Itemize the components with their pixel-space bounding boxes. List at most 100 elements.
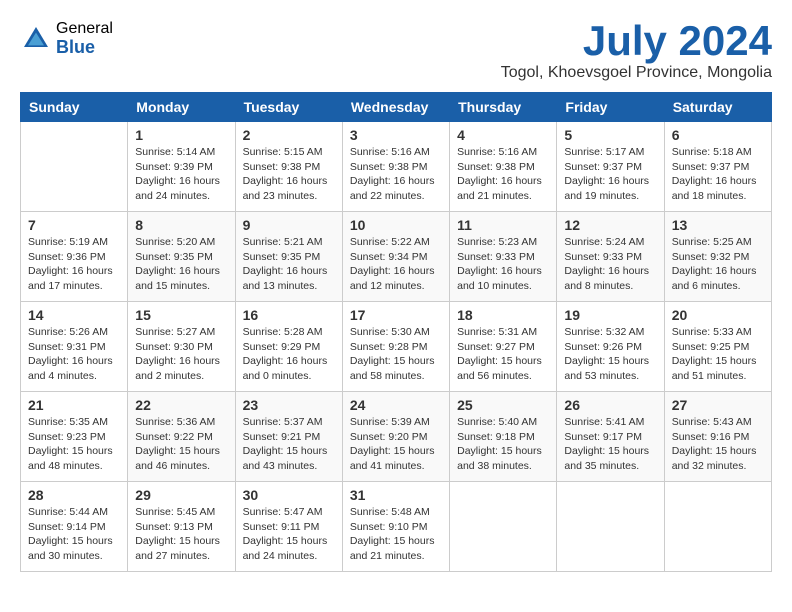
day-number: 2 [243, 127, 335, 143]
day-number: 27 [672, 397, 764, 413]
calendar-cell: 18 Sunrise: 5:31 AM Sunset: 9:27 PM Dayli… [450, 302, 557, 392]
calendar-cell: 7 Sunrise: 5:19 AM Sunset: 9:36 PM Daylig… [21, 212, 128, 302]
calendar-cell [450, 482, 557, 572]
calendar-week-row: 21 Sunrise: 5:35 AM Sunset: 9:23 PM Dayli… [21, 392, 772, 482]
cell-content: Sunrise: 5:31 AM Sunset: 9:27 PM Dayligh… [457, 325, 549, 384]
day-number: 11 [457, 217, 549, 233]
day-number: 24 [350, 397, 442, 413]
calendar-week-row: 14 Sunrise: 5:26 AM Sunset: 9:31 PM Dayli… [21, 302, 772, 392]
cell-content: Sunrise: 5:16 AM Sunset: 9:38 PM Dayligh… [457, 145, 549, 204]
logo-text: General Blue [56, 20, 113, 57]
calendar-cell: 10Sunrise: 5:22 AM Sunset: 9:34 PM Dayli… [342, 212, 449, 302]
header-monday: Monday [128, 93, 235, 122]
cell-content: Sunrise: 5:20 AM Sunset: 9:35 PM Dayligh… [135, 235, 227, 294]
calendar-cell: 1 Sunrise: 5:14 AM Sunset: 9:39 PM Daylig… [128, 122, 235, 212]
calendar-cell: 9 Sunrise: 5:21 AM Sunset: 9:35 PM Daylig… [235, 212, 342, 302]
calendar-cell [21, 122, 128, 212]
cell-content: Sunrise: 5:39 AM Sunset: 9:20 PM Dayligh… [350, 415, 442, 474]
cell-content: Sunrise: 5:14 AM Sunset: 9:39 PM Dayligh… [135, 145, 227, 204]
day-number: 5 [564, 127, 656, 143]
day-number: 26 [564, 397, 656, 413]
calendar-week-row: 28 Sunrise: 5:44 AM Sunset: 9:14 PM Dayli… [21, 482, 772, 572]
cell-content: Sunrise: 5:37 AM Sunset: 9:21 PM Dayligh… [243, 415, 335, 474]
calendar-cell: 11 Sunrise: 5:23 AM Sunset: 9:33 PM Dayli… [450, 212, 557, 302]
day-number: 28 [28, 487, 120, 503]
cell-content: Sunrise: 5:36 AM Sunset: 9:22 PM Dayligh… [135, 415, 227, 474]
day-number: 16 [243, 307, 335, 323]
calendar-cell: 5 Sunrise: 5:17 AM Sunset: 9:37 PM Daylig… [557, 122, 664, 212]
calendar-cell: 27 Sunrise: 5:43 AM Sunset: 9:16 PM Dayli… [664, 392, 771, 482]
day-number: 1 [135, 127, 227, 143]
cell-content: Sunrise: 5:35 AM Sunset: 9:23 PM Dayligh… [28, 415, 120, 474]
cell-content: Sunrise: 5:44 AM Sunset: 9:14 PM Dayligh… [28, 505, 120, 564]
day-number: 30 [243, 487, 335, 503]
calendar-cell: 21 Sunrise: 5:35 AM Sunset: 9:23 PM Dayli… [21, 392, 128, 482]
header-thursday: Thursday [450, 93, 557, 122]
cell-content: Sunrise: 5:15 AM Sunset: 9:38 PM Dayligh… [243, 145, 335, 204]
cell-content: Sunrise: 5:23 AM Sunset: 9:33 PM Dayligh… [457, 235, 549, 294]
cell-content: Sunrise: 5:19 AM Sunset: 9:36 PM Dayligh… [28, 235, 120, 294]
header-sunday: Sunday [21, 93, 128, 122]
day-number: 9 [243, 217, 335, 233]
calendar-table: SundayMondayTuesdayWednesdayThursdayFrid… [20, 92, 772, 572]
calendar-cell: 22 Sunrise: 5:36 AM Sunset: 9:22 PM Dayli… [128, 392, 235, 482]
day-number: 17 [350, 307, 442, 323]
logo-blue: Blue [56, 38, 113, 58]
cell-content: Sunrise: 5:43 AM Sunset: 9:16 PM Dayligh… [672, 415, 764, 474]
calendar-cell: 24 Sunrise: 5:39 AM Sunset: 9:20 PM Dayli… [342, 392, 449, 482]
cell-content: Sunrise: 5:33 AM Sunset: 9:25 PM Dayligh… [672, 325, 764, 384]
calendar-cell: 31 Sunrise: 5:48 AM Sunset: 9:10 PM Dayli… [342, 482, 449, 572]
calendar-cell: 20 Sunrise: 5:33 AM Sunset: 9:25 PM Dayli… [664, 302, 771, 392]
calendar-cell: 2 Sunrise: 5:15 AM Sunset: 9:38 PM Daylig… [235, 122, 342, 212]
cell-content: Sunrise: 5:45 AM Sunset: 9:13 PM Dayligh… [135, 505, 227, 564]
day-number: 18 [457, 307, 549, 323]
calendar-cell: 19Sunrise: 5:32 AM Sunset: 9:26 PM Dayli… [557, 302, 664, 392]
header-wednesday: Wednesday [342, 93, 449, 122]
calendar-cell: 26 Sunrise: 5:41 AM Sunset: 9:17 PM Dayli… [557, 392, 664, 482]
calendar-cell: 16 Sunrise: 5:28 AM Sunset: 9:29 PM Dayli… [235, 302, 342, 392]
calendar-cell: 29 Sunrise: 5:45 AM Sunset: 9:13 PM Dayli… [128, 482, 235, 572]
day-number: 3 [350, 127, 442, 143]
calendar-cell: 14 Sunrise: 5:26 AM Sunset: 9:31 PM Dayli… [21, 302, 128, 392]
cell-content: Sunrise: 5:48 AM Sunset: 9:10 PM Dayligh… [350, 505, 442, 564]
month-title: July 2024 [501, 20, 772, 62]
calendar-cell: 23 Sunrise: 5:37 AM Sunset: 9:21 PM Dayli… [235, 392, 342, 482]
day-number: 10 [350, 217, 442, 233]
calendar-header-row: SundayMondayTuesdayWednesdayThursdayFrid… [21, 93, 772, 122]
cell-content: Sunrise: 5:21 AM Sunset: 9:35 PM Dayligh… [243, 235, 335, 294]
day-number: 4 [457, 127, 549, 143]
header-tuesday: Tuesday [235, 93, 342, 122]
cell-content: Sunrise: 5:41 AM Sunset: 9:17 PM Dayligh… [564, 415, 656, 474]
calendar-cell: 30Sunrise: 5:47 AM Sunset: 9:11 PM Dayli… [235, 482, 342, 572]
day-number: 31 [350, 487, 442, 503]
day-number: 19 [564, 307, 656, 323]
cell-content: Sunrise: 5:25 AM Sunset: 9:32 PM Dayligh… [672, 235, 764, 294]
day-number: 21 [28, 397, 120, 413]
calendar-week-row: 7 Sunrise: 5:19 AM Sunset: 9:36 PM Daylig… [21, 212, 772, 302]
calendar-cell: 3 Sunrise: 5:16 AM Sunset: 9:38 PM Daylig… [342, 122, 449, 212]
calendar-cell: 4 Sunrise: 5:16 AM Sunset: 9:38 PM Daylig… [450, 122, 557, 212]
cell-content: Sunrise: 5:18 AM Sunset: 9:37 PM Dayligh… [672, 145, 764, 204]
calendar-cell [557, 482, 664, 572]
day-number: 22 [135, 397, 227, 413]
logo: General Blue [20, 20, 113, 57]
day-number: 29 [135, 487, 227, 503]
logo-icon [20, 23, 52, 55]
cell-content: Sunrise: 5:28 AM Sunset: 9:29 PM Dayligh… [243, 325, 335, 384]
logo-general: General [56, 20, 113, 38]
day-number: 15 [135, 307, 227, 323]
calendar-cell [664, 482, 771, 572]
cell-content: Sunrise: 5:24 AM Sunset: 9:33 PM Dayligh… [564, 235, 656, 294]
cell-content: Sunrise: 5:17 AM Sunset: 9:37 PM Dayligh… [564, 145, 656, 204]
day-number: 20 [672, 307, 764, 323]
day-number: 6 [672, 127, 764, 143]
page-header: General Blue July 2024 Togol, Khoevsgoel… [20, 20, 772, 82]
day-number: 14 [28, 307, 120, 323]
day-number: 8 [135, 217, 227, 233]
cell-content: Sunrise: 5:26 AM Sunset: 9:31 PM Dayligh… [28, 325, 120, 384]
header-saturday: Saturday [664, 93, 771, 122]
day-number: 13 [672, 217, 764, 233]
cell-content: Sunrise: 5:16 AM Sunset: 9:38 PM Dayligh… [350, 145, 442, 204]
day-number: 7 [28, 217, 120, 233]
day-number: 23 [243, 397, 335, 413]
